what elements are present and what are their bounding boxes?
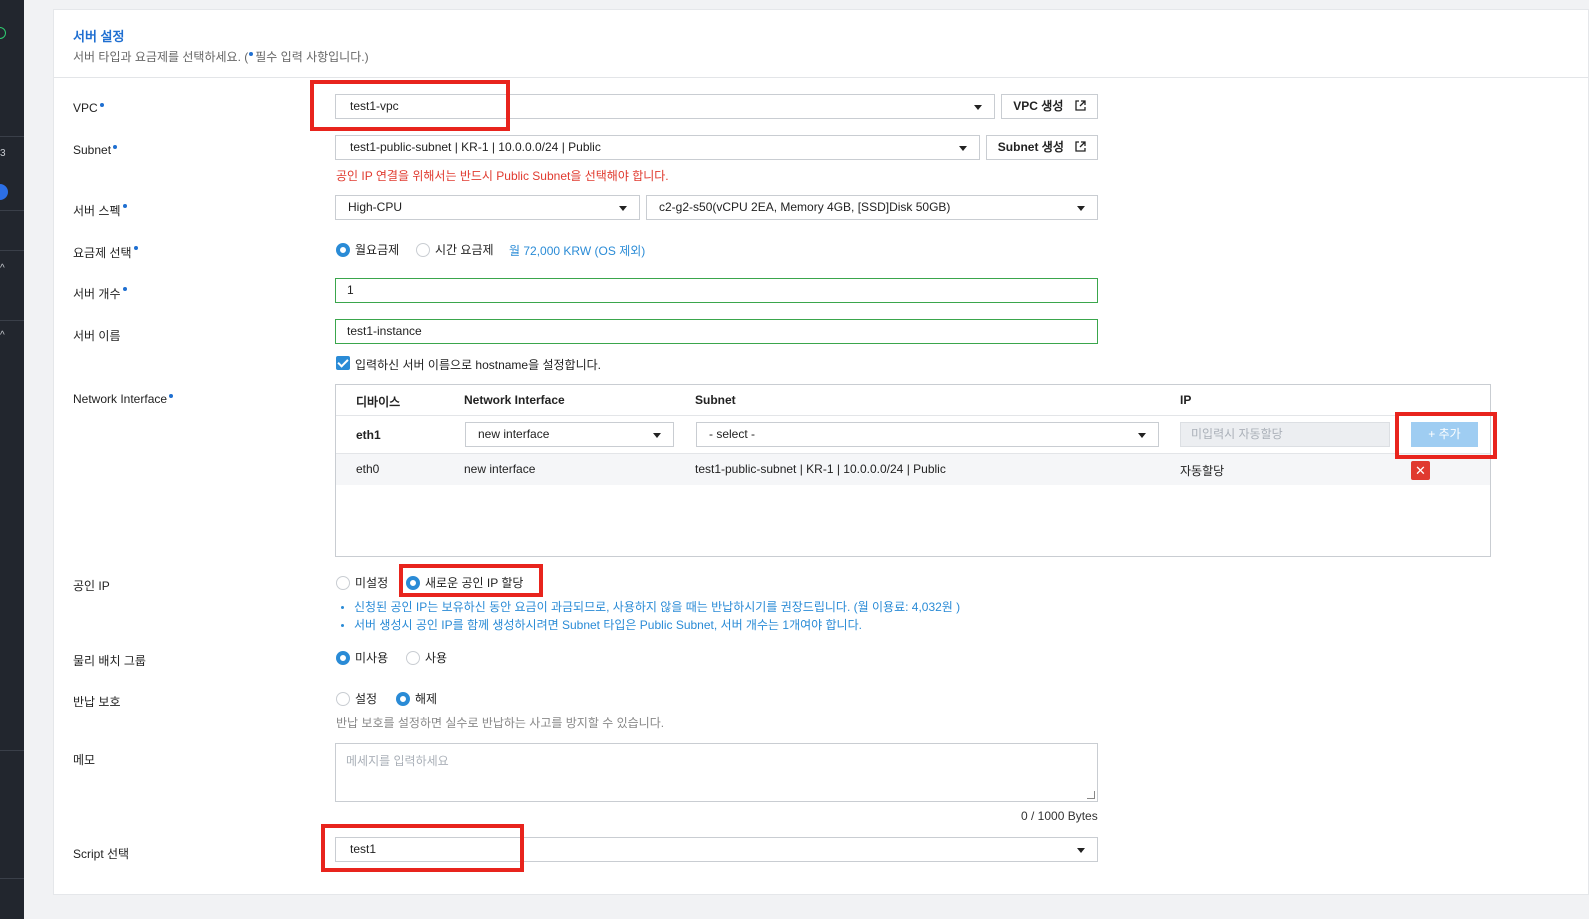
subnet-create-button[interactable]: Subnet 생성 xyxy=(986,135,1098,160)
sidebar-divider xyxy=(0,250,24,251)
placement-group-label: 물리 배치 그룹 xyxy=(73,654,146,668)
server-count-label: 서버 개수 xyxy=(73,285,127,302)
sidebar-divider xyxy=(0,136,24,137)
external-link-icon xyxy=(1075,100,1086,111)
subnet-select-value: test1-public-subnet | KR-1 | 10.0.0.0/24… xyxy=(350,140,601,154)
spec-label: 서버 스펙 xyxy=(73,202,127,219)
chevron-down-icon xyxy=(1077,206,1085,211)
public-ip-none-radio[interactable]: 미설정 xyxy=(336,576,388,590)
vpc-label: VPC xyxy=(73,101,104,115)
chevron-down-icon xyxy=(1138,433,1146,438)
memo-label: 메모 xyxy=(73,753,96,767)
required-dot-icon xyxy=(122,287,127,291)
placement-unused-radio[interactable]: 미사용 xyxy=(336,651,388,665)
hostname-checkbox-label[interactable]: 입력하신 서버 이름으로 hostname을 설정합니다. xyxy=(355,356,601,373)
spec-flavor-value: c2-g2-s50(vCPU 2EA, Memory 4GB, [SSD]Dis… xyxy=(659,200,951,214)
protection-on-radio[interactable]: 설정 xyxy=(336,692,377,706)
interface-value: new interface xyxy=(464,462,536,476)
memo-byte-counter: 0 / 1000 Bytes xyxy=(1021,809,1098,823)
hostname-checkbox[interactable] xyxy=(336,356,350,370)
sidebar-divider xyxy=(0,878,24,879)
resize-handle-icon[interactable] xyxy=(1087,791,1095,799)
subnet-select[interactable]: test1-public-subnet | KR-1 | 10.0.0.0/24… xyxy=(335,135,980,160)
public-ip-label: 공인 IP xyxy=(73,579,110,593)
status-circle-icon xyxy=(0,27,6,39)
bullet-icon xyxy=(341,624,344,628)
subnet-label: Subnet xyxy=(73,143,118,157)
chevron-down-icon xyxy=(974,105,982,110)
required-dot-icon xyxy=(113,145,118,149)
interface-select-value: new interface xyxy=(478,427,550,441)
required-dot-icon xyxy=(122,204,127,208)
device-value: eth1 xyxy=(356,428,381,442)
vpc-select-value: test1-vpc xyxy=(350,99,399,113)
ip-value: 자동할당 xyxy=(1180,464,1225,478)
spec-flavor-select[interactable]: c2-g2-s50(vCPU 2EA, Memory 4GB, [SSD]Dis… xyxy=(646,195,1098,220)
required-dot-icon xyxy=(249,52,254,56)
table-row-edit: eth1 new interface - select - 미입력시 자동할당 … xyxy=(336,416,1490,454)
required-dot-icon xyxy=(133,246,138,250)
memo-textarea[interactable]: 메세지를 입력하세요 xyxy=(335,743,1098,802)
section-title: 서버 설정 xyxy=(73,29,125,44)
interface-select[interactable]: new interface xyxy=(465,422,674,447)
external-link-icon xyxy=(1075,141,1086,152)
sidebar-chevron-icon[interactable]: ^ xyxy=(0,264,5,274)
server-name-input[interactable]: test1-instance xyxy=(335,319,1098,344)
vpc-select[interactable]: test1-vpc xyxy=(335,94,995,119)
script-select[interactable]: test1 xyxy=(335,837,1098,862)
pricing-label: 요금제 선택 xyxy=(73,244,138,261)
pricing-hourly-radio[interactable]: 시간 요금제 xyxy=(416,243,494,257)
public-ip-notes: 신청된 공인 IP는 보유하신 동안 요금이 과금되므로, 사용하지 않을 때는… xyxy=(336,598,960,634)
table-row: eth0 new interface test1-public-subnet |… xyxy=(336,454,1490,485)
sidebar-divider xyxy=(0,210,24,211)
chevron-down-icon xyxy=(653,433,661,438)
script-select-value: test1 xyxy=(350,842,377,856)
script-label: Script 선택 xyxy=(73,847,130,861)
section-description: 서버 타입과 요금제를 선택하세요. (필수 입력 사항입니다.) xyxy=(73,50,369,64)
network-interface-label: Network Interface xyxy=(73,392,174,406)
note-item: 서버 생성시 공인 IP를 함께 생성하시려면 Subnet 타입은 Publi… xyxy=(336,616,960,634)
column-header: Subnet xyxy=(695,393,736,407)
memo-placeholder: 메세지를 입력하세요 xyxy=(346,754,449,768)
vpc-create-button[interactable]: VPC 생성 xyxy=(1001,94,1098,119)
price-note: 월 72,000 KRW (OS 제외) xyxy=(509,244,646,258)
left-sidebar: 3 ^ ^ xyxy=(0,0,24,919)
column-header: Network Interface xyxy=(464,393,565,407)
sidebar-chevron-icon[interactable]: ^ xyxy=(0,331,5,341)
server-name-label: 서버 이름 xyxy=(73,329,121,343)
network-interface-table: 디바이스 Network Interface Subnet IP eth1 ne… xyxy=(335,384,1491,557)
note-item: 신청된 공인 IP는 보유하신 동안 요금이 과금되므로, 사용하지 않을 때는… xyxy=(336,598,960,616)
protection-hint: 반납 보호를 설정하면 실수로 반납하는 사고를 방지할 수 있습니다. xyxy=(336,716,665,730)
ni-subnet-select[interactable]: - select - xyxy=(696,422,1159,447)
chevron-down-icon xyxy=(959,146,967,151)
chevron-down-icon xyxy=(619,206,627,211)
ni-subnet-select-value: - select - xyxy=(709,427,756,441)
public-ip-new-radio[interactable]: 새로운 공인 IP 할당 xyxy=(406,576,523,590)
bullet-icon xyxy=(341,606,344,610)
sidebar-mark: 3 xyxy=(0,148,6,159)
add-interface-button[interactable]: + 추가 xyxy=(1411,422,1478,447)
pricing-monthly-radio[interactable]: 월요금제 xyxy=(336,243,399,257)
ip-input: 미입력시 자동할당 xyxy=(1180,422,1390,447)
server-count-input[interactable]: 1 xyxy=(335,278,1098,303)
protection-off-radio[interactable]: 해제 xyxy=(396,692,437,706)
delete-interface-button[interactable]: ✕ xyxy=(1411,461,1430,480)
chevron-down-icon xyxy=(1077,848,1085,853)
column-header: 디바이스 xyxy=(356,395,401,409)
required-dot-icon xyxy=(99,103,104,107)
subnet-warning: 공인 IP 연결을 위해서는 반드시 Public Subnet을 선택해야 합… xyxy=(336,169,669,183)
sidebar-divider xyxy=(0,320,24,321)
spec-type-select[interactable]: High-CPU xyxy=(335,195,640,220)
column-header: IP xyxy=(1180,393,1192,407)
return-protection-label: 반납 보호 xyxy=(73,695,121,709)
section-header: 서버 설정 서버 타입과 요금제를 선택하세요. (필수 입력 사항입니다.) xyxy=(54,10,1588,78)
table-header: 디바이스 Network Interface Subnet IP xyxy=(336,385,1490,416)
blue-circle-icon[interactable] xyxy=(0,184,8,200)
subnet-value: test1-public-subnet | KR-1 | 10.0.0.0/24… xyxy=(695,462,946,476)
placement-used-radio[interactable]: 사용 xyxy=(406,651,447,665)
sidebar-divider xyxy=(0,750,24,751)
device-value: eth0 xyxy=(356,462,380,476)
required-dot-icon xyxy=(169,394,174,398)
spec-type-value: High-CPU xyxy=(348,200,403,214)
